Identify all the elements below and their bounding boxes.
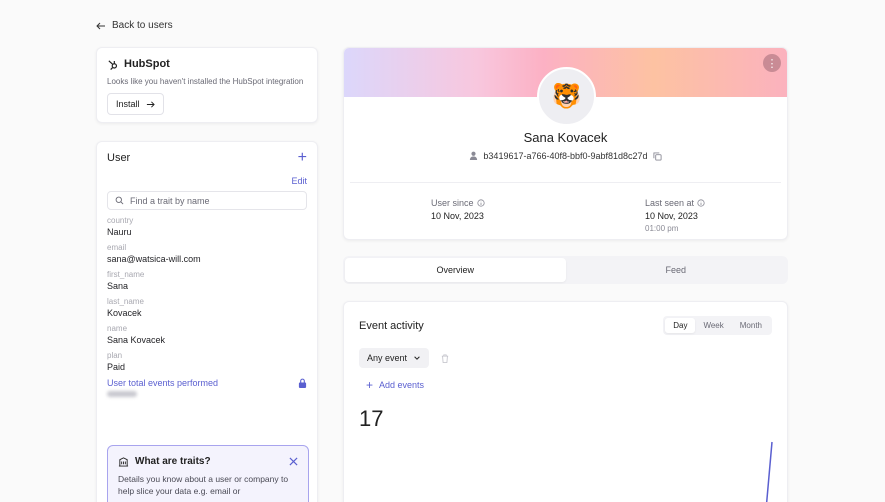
profile-divider <box>350 182 781 183</box>
user-name: Sana Kovacek <box>523 130 608 145</box>
locked-trait-row[interactable]: User total events performed <box>107 378 307 388</box>
locked-trait-key: User total events performed <box>107 378 219 388</box>
trait-value: Sana Kovacek <box>107 335 166 345</box>
user-id: b3419617-a766-40f8-bbf0-9abf81d8c27d <box>483 151 648 161</box>
building-icon <box>118 457 129 467</box>
blurred-value <box>107 391 137 397</box>
traits-info-box: What are traits? Details you know about … <box>107 445 309 502</box>
search-icon <box>115 196 124 205</box>
trait-row: email sana@watsica-will.com <box>107 243 307 264</box>
trait-row: last_name Kovacek <box>107 297 307 318</box>
range-month[interactable]: Month <box>732 318 770 333</box>
back-label: Back to users <box>112 20 173 31</box>
tab-overview[interactable]: Overview <box>345 258 566 282</box>
back-to-users-link[interactable]: Back to users <box>96 20 173 31</box>
info-body: Details you know about a user or company… <box>118 474 289 496</box>
last-seen-stat: Last seen at 10 Nov, 2023 01:00 pm <box>645 198 705 233</box>
lock-icon <box>298 378 307 388</box>
trait-value: Nauru <box>107 227 132 237</box>
more-options-icon[interactable]: ⋮ <box>763 54 781 72</box>
close-icon[interactable] <box>289 457 298 466</box>
add-events-label: Add events <box>379 380 425 390</box>
last-seen-time: 01:00 pm <box>645 224 679 233</box>
event-activity-title: Event activity <box>359 319 424 332</box>
trait-key: last_name <box>107 297 144 306</box>
activity-sparkline <box>765 441 773 502</box>
copy-icon[interactable] <box>653 151 662 161</box>
user-since-value: 10 Nov, 2023 <box>431 211 484 221</box>
event-filter-label: Any event <box>367 353 408 363</box>
event-filter-dropdown[interactable]: Any event <box>359 348 430 368</box>
avatar: 🐯 <box>537 67 596 126</box>
trash-icon[interactable] <box>441 354 449 363</box>
trait-value: sana@watsica-will.com <box>107 254 201 264</box>
range-week[interactable]: Week <box>695 318 731 333</box>
trait-row: country Nauru <box>107 216 307 237</box>
event-total: 17 <box>359 406 384 431</box>
search-placeholder: Find a trait by name <box>130 195 210 206</box>
user-traits-card: User + Edit Find a trait by name country… <box>96 141 318 502</box>
trait-key: plan <box>107 351 123 360</box>
trait-key: email <box>107 243 127 252</box>
edit-traits-link[interactable]: Edit <box>107 176 307 186</box>
trait-value: Paid <box>107 362 126 372</box>
tab-feed[interactable]: Feed <box>566 258 787 282</box>
trait-row: plan Paid <box>107 351 307 372</box>
chevron-down-icon <box>414 356 420 360</box>
trait-key: name <box>107 324 128 333</box>
user-icon <box>470 151 478 161</box>
range-selector: Day Week Month <box>663 316 772 335</box>
profile-tabs: Overview Feed <box>343 256 788 284</box>
install-label: Install <box>116 99 140 109</box>
user-id-row: b3419617-a766-40f8-bbf0-9abf81d8c27d <box>344 151 787 161</box>
info-icon[interactable] <box>697 199 705 207</box>
trait-key: country <box>107 216 134 225</box>
user-since-label: User since <box>431 198 474 208</box>
arrow-left-icon <box>96 22 105 29</box>
install-button[interactable]: Install <box>107 93 164 115</box>
last-seen-label: Last seen at <box>645 198 695 208</box>
add-events-button[interactable]: + Add events <box>366 378 772 392</box>
hubspot-title: HubSpot <box>124 58 170 70</box>
user-since-stat: User since 10 Nov, 2023 <box>431 198 485 221</box>
range-day[interactable]: Day <box>665 318 696 333</box>
trait-value: Kovacek <box>107 308 142 318</box>
info-icon[interactable] <box>476 199 485 207</box>
profile-card: ⋮ 🐯 Sana Kovacek b3419617-a766-40f8-bbf0… <box>343 47 788 240</box>
trait-row: name Sana Kovacek <box>107 324 307 345</box>
trait-key: first_name <box>107 270 145 279</box>
arrow-right-icon <box>146 100 155 108</box>
user-panel-title: User <box>107 152 131 164</box>
hubspot-icon <box>108 59 118 70</box>
trait-search-input[interactable]: Find a trait by name <box>107 191 307 210</box>
info-title: What are traits? <box>135 456 211 467</box>
add-trait-icon[interactable]: + <box>298 150 307 166</box>
hubspot-description: Looks like you haven't installed the Hub… <box>107 77 304 86</box>
last-seen-value: 10 Nov, 2023 <box>645 211 698 221</box>
hubspot-card: HubSpot Looks like you haven't installed… <box>96 47 318 123</box>
event-activity-card: Event activity Day Week Month Any event … <box>343 301 788 502</box>
plus-icon: + <box>366 378 374 392</box>
trait-value: Sana <box>107 281 129 291</box>
trait-row: first_name Sana <box>107 270 307 291</box>
